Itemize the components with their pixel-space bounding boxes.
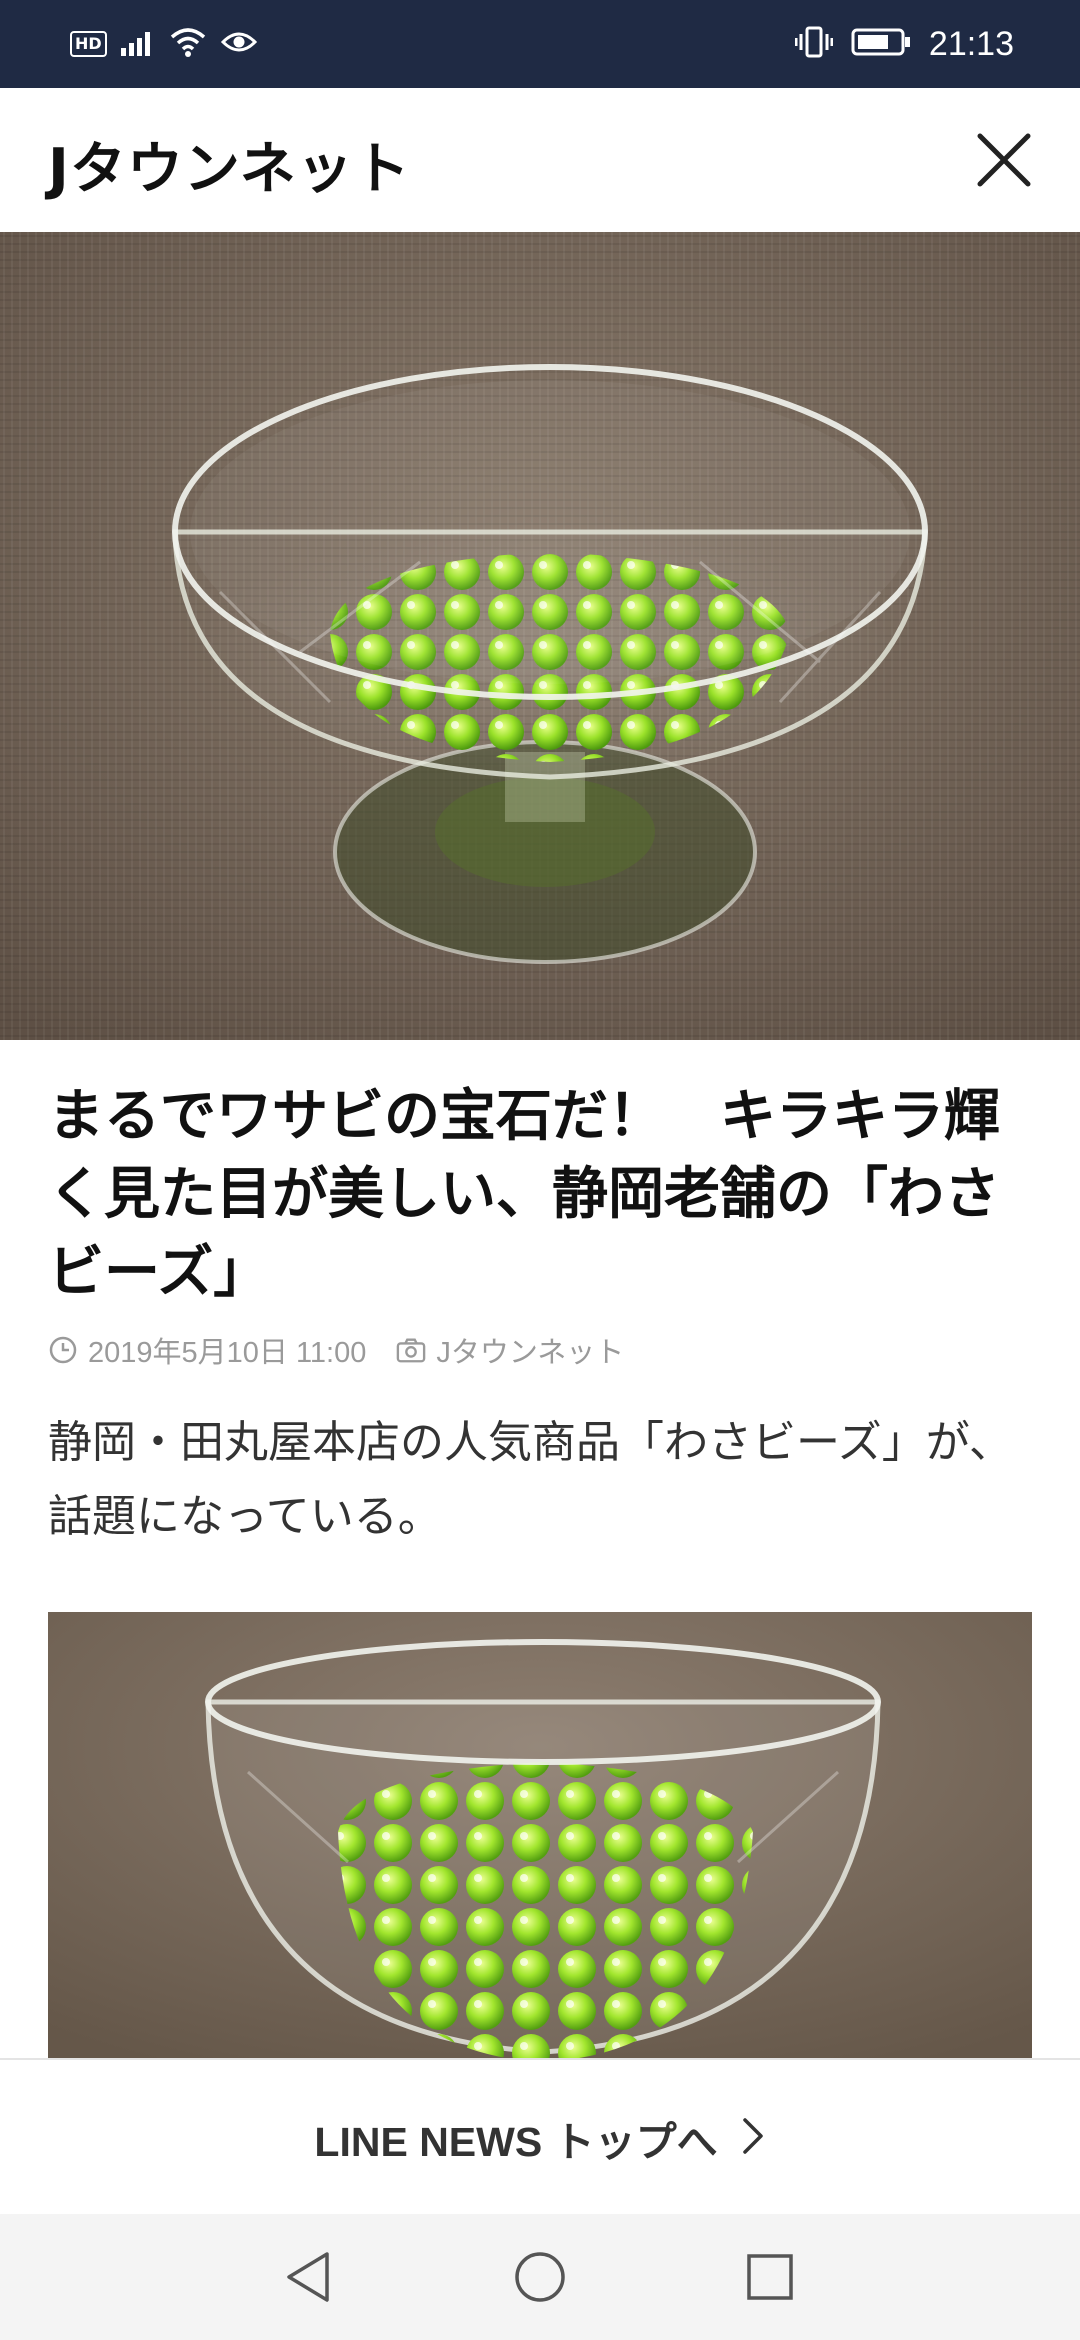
hd-badge: HD	[70, 31, 107, 57]
line-news-top-link[interactable]: LINE NEWS トップへ	[0, 2060, 1080, 2216]
eye-icon	[220, 29, 257, 59]
recents-icon	[747, 2254, 793, 2300]
nav-back-button[interactable]	[268, 2240, 348, 2314]
status-left: HD	[70, 26, 257, 62]
signal-icon	[120, 28, 155, 60]
camera-icon	[396, 1335, 426, 1365]
chevron-right-icon	[740, 2116, 766, 2160]
battery-icon	[851, 27, 911, 61]
clock-icon	[48, 1335, 78, 1365]
close-icon	[977, 133, 1031, 187]
nav-home-button[interactable]	[500, 2240, 580, 2314]
close-button[interactable]	[968, 124, 1040, 196]
hero-image	[0, 232, 1080, 1040]
status-bar: HD 21:13	[0, 0, 1080, 88]
back-icon	[287, 2252, 329, 2302]
wifi-icon	[169, 27, 207, 61]
page-title: Jタウンネット	[48, 137, 411, 202]
vibrate-icon	[794, 25, 834, 63]
status-right: 21:13	[794, 22, 1014, 66]
status-time: 21:13	[928, 24, 1014, 63]
article-source[interactable]: Jタウンネット	[436, 1329, 624, 1371]
article-date: 2019年5月10日 11:00	[88, 1337, 367, 1369]
bottom-link-bar: LINE NEWS トップへ	[0, 2058, 1080, 2214]
app-header: Jタウンネット	[0, 88, 1080, 232]
article-lede: 静岡・田丸屋本店の人気商品「わさビーズ」が、話題になっている。	[48, 1417, 1013, 1542]
line-news-top-label: LINE NEWS トップへ	[314, 2119, 718, 2165]
home-icon	[515, 2252, 565, 2302]
nav-recents-button[interactable]	[730, 2240, 810, 2314]
article-headline: まるでワサビの宝石だ！ キラキラ輝く見た目が美しい、静岡老舗の「わさビーズ」	[48, 1084, 1000, 1305]
article-meta: 2019年5月10日 11:00 Jタウンネット	[48, 1330, 624, 1370]
article-image	[48, 1612, 1032, 2062]
navigation-bar	[0, 2214, 1080, 2340]
